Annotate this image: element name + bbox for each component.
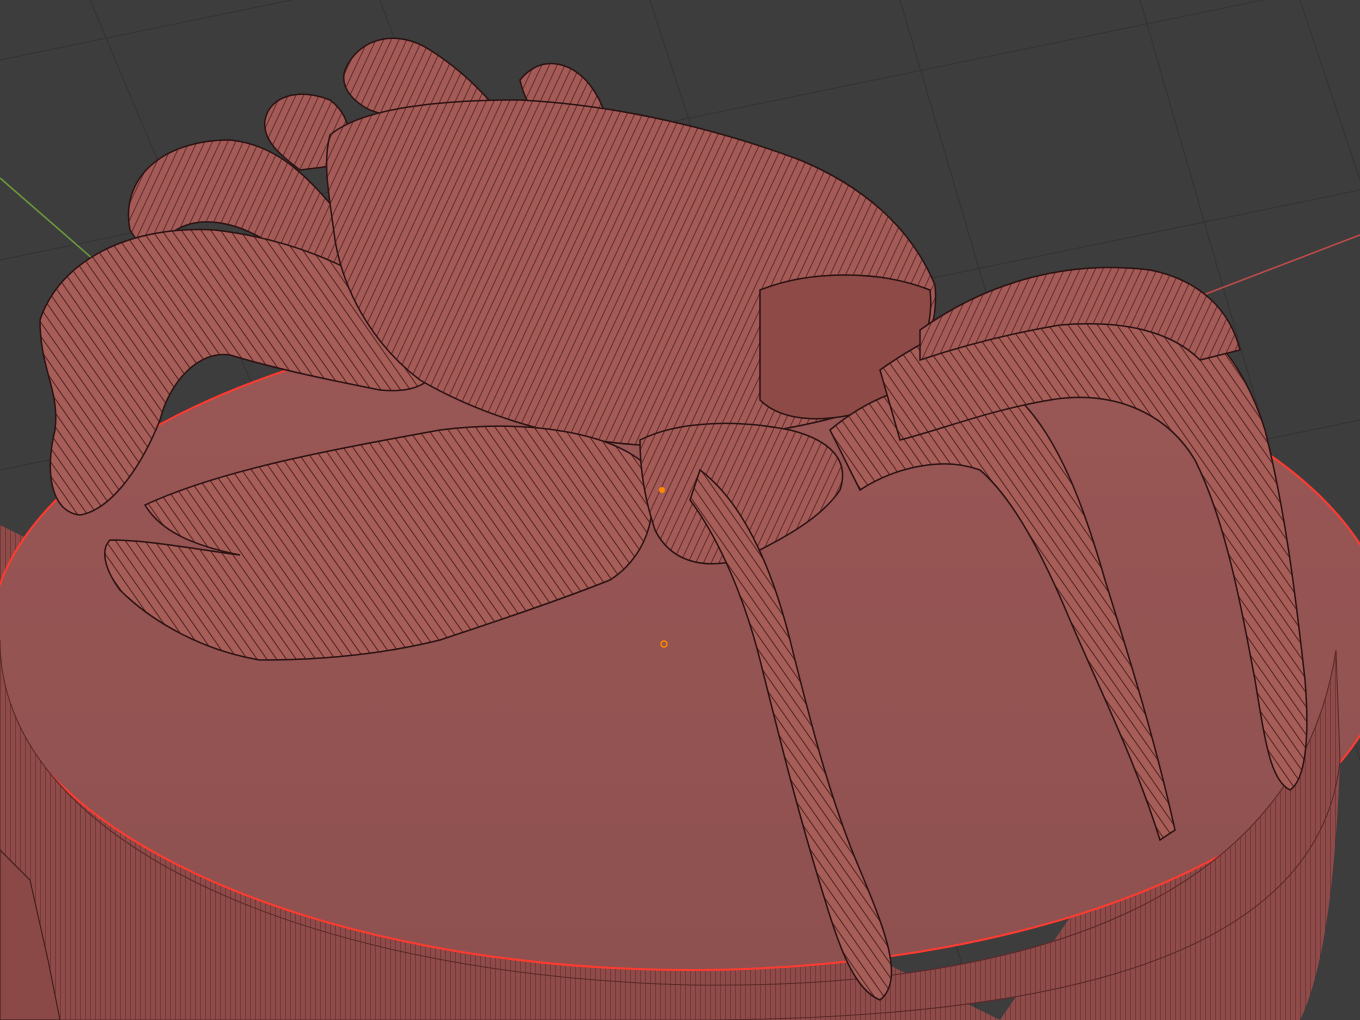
viewport-canvas[interactable] <box>0 0 1360 1020</box>
3d-viewport[interactable] <box>0 0 1360 1020</box>
grid-line <box>1299 0 1360 181</box>
x-axis-line <box>1189 234 1360 301</box>
grid-line <box>0 0 294 61</box>
object-origin-crab[interactable] <box>659 487 665 493</box>
